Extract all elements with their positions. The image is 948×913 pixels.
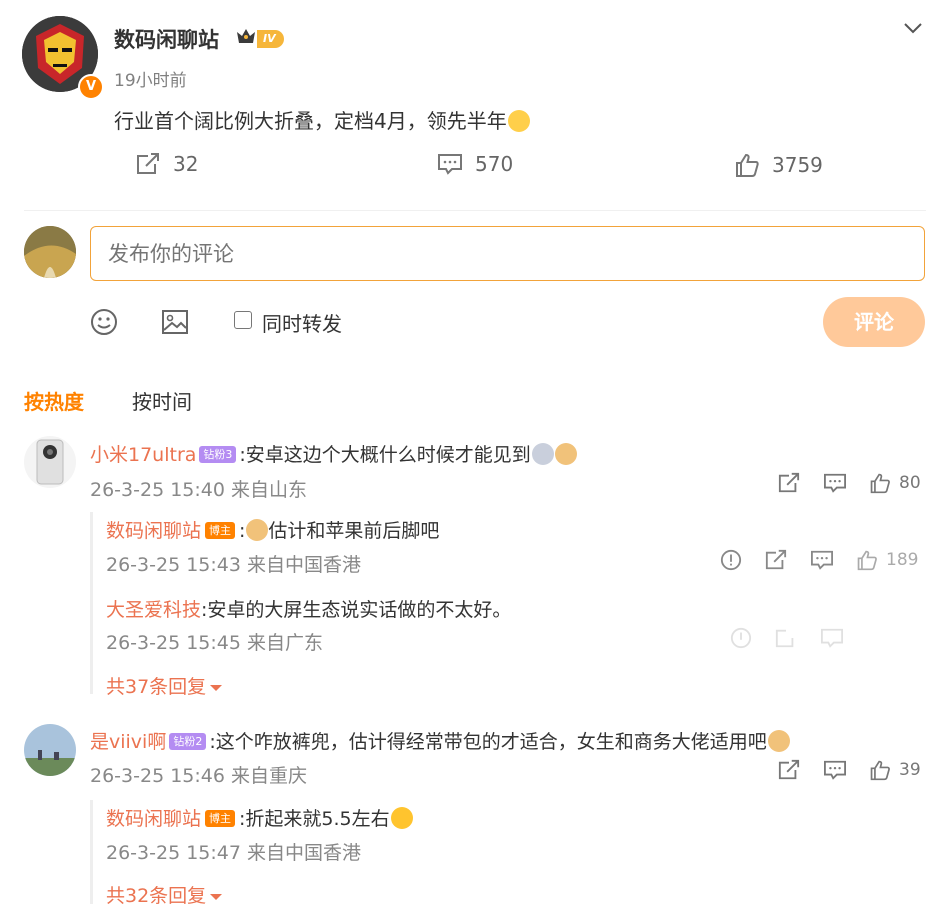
repost-icon: [137, 153, 159, 174]
comment-icon[interactable]: [823, 759, 847, 781]
doge-emoji-icon: [554, 443, 577, 465]
also-repost-checkbox[interactable]: [234, 311, 252, 329]
comment-input[interactable]: [90, 226, 925, 281]
also-repost-label[interactable]: 同时转发: [262, 308, 342, 337]
tongue-emoji-icon: [390, 807, 413, 829]
repost-button[interactable]: 32: [135, 152, 198, 176]
reply-username[interactable]: 数码闲聊站: [106, 520, 201, 542]
reply-text-2: 估计和苹果前后脚吧: [268, 520, 440, 542]
current-user-avatar[interactable]: [24, 226, 76, 278]
comment-count: 570: [475, 152, 514, 176]
comment-icon[interactable]: [810, 549, 834, 571]
reply-text: :: [239, 520, 246, 542]
repost-icon[interactable]: [777, 759, 801, 781]
commenter-avatar[interactable]: [24, 436, 76, 488]
submit-comment-button[interactable]: 评论: [823, 297, 925, 347]
reply-actions: 189: [720, 549, 918, 571]
reply-text: :折起来就5.5左右: [239, 808, 390, 830]
repost-count: 32: [173, 152, 199, 176]
more-replies-label: 共37条回复: [106, 676, 207, 698]
more-replies-link[interactable]: 共37条回复: [106, 672, 223, 699]
comment-meta: 26-3-25 15:40 来自山东: [90, 479, 307, 501]
image-icon[interactable]: [161, 308, 189, 340]
reply-text: :安卓的大屏生态说实话做的不太好。: [201, 599, 512, 621]
fan-badge: 钻粉3: [199, 446, 237, 463]
reply-meta: 26-3-25 15:43 来自中国香港: [106, 554, 361, 576]
report-icon[interactable]: [730, 627, 752, 649]
fan-badge: 钻粉2: [169, 733, 207, 750]
reply-thread-line: [90, 512, 93, 694]
chevron-down-icon[interactable]: [903, 20, 923, 39]
reply-body: 数码闲聊站 博主:折起来就5.5左右: [106, 804, 413, 831]
comment-body: 小米17ultra 钻粉3:安卓这边个大概什么时候才能见到: [90, 440, 577, 467]
reply-thread-line: [90, 800, 93, 904]
caret-down-icon: [210, 894, 223, 900]
comment-icon[interactable]: [823, 472, 847, 494]
post-time: 19小时前: [114, 71, 187, 91]
comment-username[interactable]: 是viivi啊: [90, 731, 166, 753]
comment-icon[interactable]: [820, 627, 844, 649]
reply-meta: 26-3-25 15:47 来自中国香港: [106, 842, 361, 864]
more-replies-label: 共32条回复: [106, 885, 207, 907]
report-icon[interactable]: [720, 549, 742, 571]
reply-body: 数码闲聊站 博主: 估计和苹果前后脚吧: [106, 516, 439, 543]
comment-text: :这个咋放裤兜，估计得经常带包的才适合，女生和商务大佬适用吧: [209, 731, 767, 753]
comment-actions: 39: [777, 759, 921, 781]
emoji-icon[interactable]: [90, 308, 118, 340]
comment-body: 是viivi啊 钻粉2:这个咋放裤兜，估计得经常带包的才适合，女生和商务大佬适用吧: [90, 727, 790, 754]
caret-down-icon: [210, 685, 223, 691]
comment-like-button[interactable]: 39: [869, 759, 921, 781]
thumbs-up-icon: [870, 760, 890, 781]
thumbs-up-icon: [736, 153, 759, 177]
repost-icon[interactable]: [774, 627, 798, 649]
post-author[interactable]: 数码闲聊站: [114, 24, 219, 54]
tab-sort-time[interactable]: 按时间: [132, 386, 192, 415]
verified-badge: V: [78, 74, 104, 100]
reply-meta: 26-3-25 15:45 来自广东: [106, 632, 323, 654]
comment-like-count: 39: [899, 760, 921, 780]
commenter-avatar[interactable]: [24, 724, 76, 776]
host-badge: 博主: [205, 522, 236, 539]
reply-username[interactable]: 数码闲聊站: [106, 808, 201, 830]
comment-icon: [438, 154, 462, 175]
post-text: 行业首个阔比例大折叠，定档4月，领先半年: [114, 109, 507, 133]
comment-text: :安卓这边个大概什么时候才能见到: [239, 444, 531, 466]
comment-button[interactable]: 570: [437, 152, 513, 176]
tab-sort-hot[interactable]: 按热度: [24, 386, 84, 415]
cheer-emoji-icon: [507, 110, 530, 132]
like-button[interactable]: 3759: [734, 152, 823, 178]
husky-emoji-icon: [531, 443, 554, 465]
reply-like-button[interactable]: 189: [856, 549, 918, 571]
like-count: 3759: [772, 153, 823, 177]
comment-like-count: 80: [899, 473, 921, 493]
reply-username[interactable]: 大圣爱科技: [106, 599, 201, 621]
comment-username[interactable]: 小米17ultra: [90, 444, 196, 466]
reply-like-count: 189: [886, 550, 919, 570]
reply-actions: [730, 627, 844, 649]
thumbs-up-icon: [870, 473, 890, 494]
more-replies-link[interactable]: 共32条回复: [106, 881, 223, 908]
repost-icon[interactable]: [777, 472, 801, 494]
comment-meta: 26-3-25 15:46 来自重庆: [90, 765, 307, 787]
crown-icon: [235, 26, 257, 50]
thumbs-up-icon: [857, 550, 877, 571]
comment-actions: 80: [777, 472, 921, 494]
level-badge: IV: [257, 30, 284, 48]
repost-icon[interactable]: [764, 549, 788, 571]
doge-emoji-icon: [246, 519, 269, 541]
comment-like-button[interactable]: 80: [869, 472, 921, 494]
divider: [24, 210, 926, 211]
doge-emoji-icon: [767, 730, 790, 752]
reply-body: 大圣爱科技:安卓的大屏生态说实话做的不太好。: [106, 595, 511, 622]
post-content: 行业首个阔比例大折叠，定档4月，领先半年: [114, 105, 530, 134]
host-badge: 博主: [205, 810, 236, 827]
